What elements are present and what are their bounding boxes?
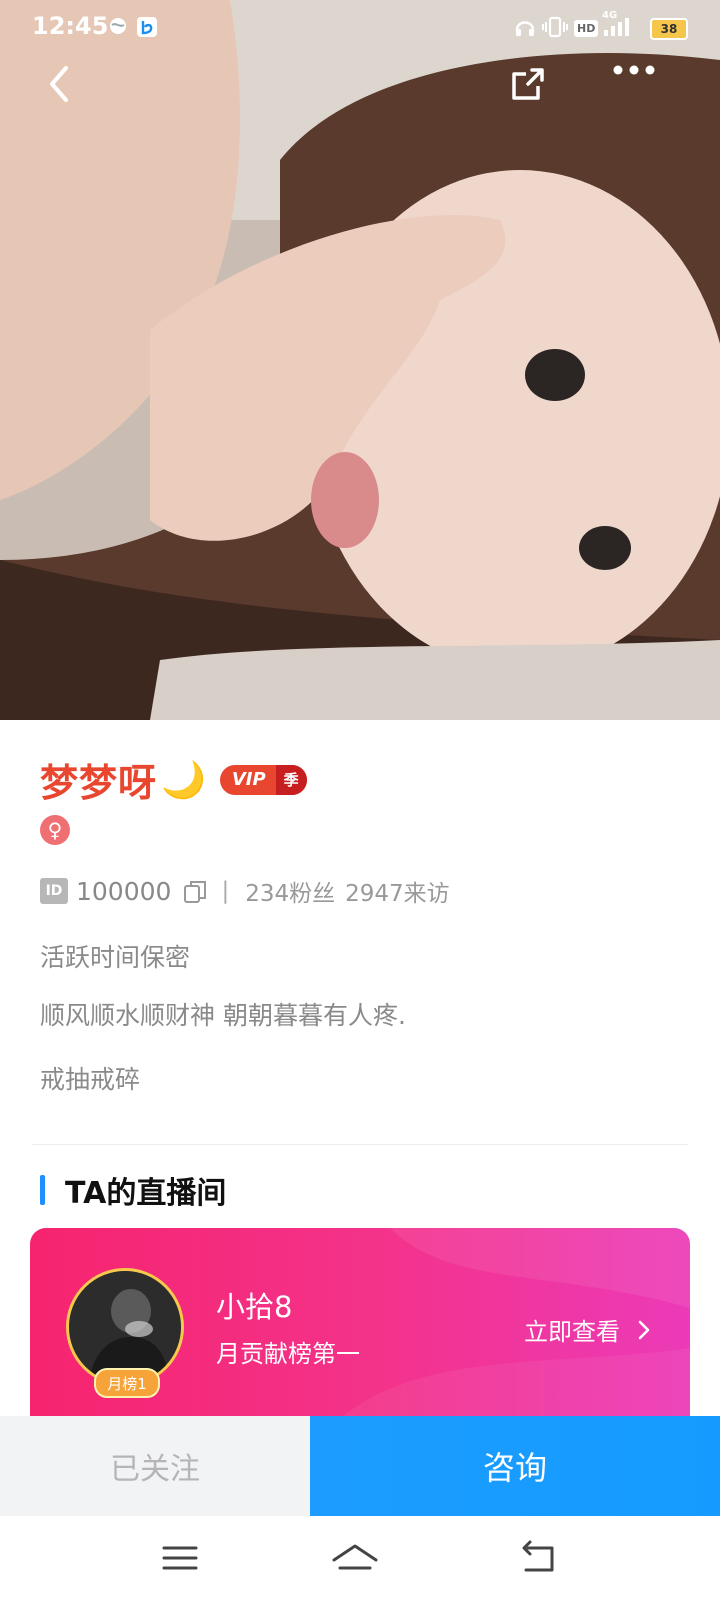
host-avatar-image bbox=[69, 1271, 181, 1383]
id-badge: ID bbox=[40, 878, 68, 904]
network-type: 4G bbox=[602, 10, 618, 21]
live-section-title: TA的直播间 bbox=[65, 1176, 227, 1211]
vip-badge: VIP 季 bbox=[219, 764, 307, 795]
host-rank-text: 月贡献榜第一 bbox=[216, 1340, 360, 1368]
copy-id-button[interactable] bbox=[183, 880, 207, 903]
hd-label: HD bbox=[574, 19, 599, 37]
home-button[interactable] bbox=[330, 1538, 380, 1578]
tags-text: 戒抽戒碎 bbox=[40, 1065, 141, 1094]
bottom-action-bar: 已关注 咨询 bbox=[0, 1416, 720, 1516]
recent-apps-button[interactable] bbox=[160, 1538, 200, 1578]
back-button[interactable] bbox=[44, 64, 100, 120]
view-now-label: 立即查看 bbox=[524, 1318, 620, 1346]
battery-indicator: 38 bbox=[650, 18, 688, 40]
home-icon bbox=[332, 1544, 378, 1570]
chevron-left-icon bbox=[50, 66, 68, 102]
more-button[interactable] bbox=[612, 64, 668, 120]
menu-icon bbox=[162, 1546, 198, 1570]
host-name: 小拾8 bbox=[216, 1290, 293, 1324]
meta-separator: | bbox=[221, 878, 230, 904]
gender-female-icon: ♀ bbox=[40, 815, 70, 845]
hd-indicator: HD bbox=[574, 16, 599, 40]
active-time-text: 活跃时间保密 bbox=[40, 943, 191, 972]
share-icon bbox=[512, 68, 544, 100]
fans-count: 234粉丝 bbox=[245, 881, 336, 907]
back-nav-button[interactable] bbox=[518, 1538, 558, 1578]
copy-icon bbox=[184, 881, 207, 903]
vip-season-label: 季 bbox=[275, 764, 307, 795]
section-accent-bar bbox=[40, 1175, 45, 1205]
view-now-link[interactable]: 立即查看 bbox=[524, 1312, 654, 1347]
followed-button[interactable]: 已关注 bbox=[0, 1416, 310, 1516]
system-nav-bar bbox=[0, 1516, 720, 1600]
profile-screen: 12:45 HD 4G 38 梦梦呀 🌙 VIP 季 ♀ ID 100000 |… bbox=[0, 0, 720, 1600]
more-dots-icon bbox=[613, 65, 655, 75]
user-id: 100000 bbox=[76, 876, 172, 906]
back-arrow-icon bbox=[522, 1540, 554, 1572]
consult-button[interactable]: 咨询 bbox=[310, 1416, 720, 1516]
moon-emoji: 🌙 bbox=[161, 759, 206, 801]
profile-cover-photo: 12:45 HD 4G 38 bbox=[0, 0, 720, 720]
live-room-card[interactable]: 月榜1 小拾8 月贡献榜第一 立即查看 bbox=[30, 1228, 690, 1428]
status-bar: 12:45 HD 4G 38 bbox=[0, 0, 720, 56]
visit-count: 2947来访 bbox=[345, 881, 450, 907]
section-divider bbox=[32, 1144, 688, 1145]
status-time: 12:45 bbox=[32, 12, 109, 40]
name-row: 梦梦呀 🌙 VIP 季 bbox=[40, 752, 307, 807]
vip-label: VIP bbox=[231, 769, 266, 790]
signature-text: 顺风顺水顺财神 朝朝暮暮有人疼. bbox=[40, 1001, 406, 1030]
chevron-right-icon bbox=[638, 1320, 650, 1339]
profile-name: 梦梦呀 bbox=[40, 761, 158, 805]
monthly-rank-badge: 月榜1 bbox=[94, 1368, 160, 1398]
live-section-header: TA的直播间 bbox=[40, 1168, 226, 1212]
profile-meta-row: ID 100000 | 234粉丝 2947来访 bbox=[40, 874, 450, 908]
share-button[interactable] bbox=[508, 64, 564, 120]
